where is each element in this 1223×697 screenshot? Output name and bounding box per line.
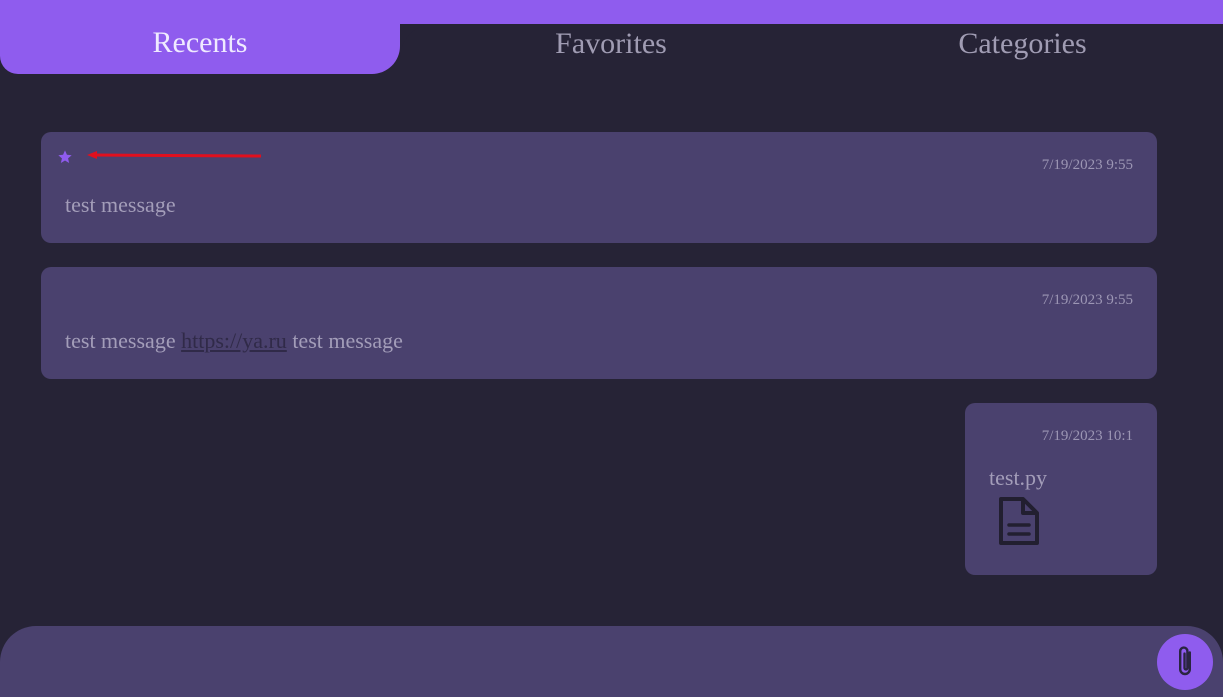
- annotation-arrow: [87, 151, 262, 159]
- tab-recents[interactable]: Recents: [0, 0, 400, 74]
- tab-favorites[interactable]: Favorites: [400, 24, 822, 74]
- message-timestamp: 7/19/2023 9:55: [1041, 292, 1133, 308]
- tab-categories[interactable]: Categories: [822, 24, 1223, 74]
- document-icon[interactable]: [997, 495, 1041, 547]
- message-timestamp: 7/19/2023 10:1: [1041, 428, 1133, 444]
- message-card[interactable]: 7/19/2023 9:55 test message https://ya.r…: [41, 267, 1157, 379]
- message-text: test message https://ya.ru test message: [65, 328, 403, 354]
- app-window: Recents Favorites Categories 7/19/2023 9…: [0, 0, 1223, 697]
- message-text: test message: [65, 192, 176, 217]
- tab-bar: Recents Favorites Categories: [0, 0, 1223, 74]
- tab-favorites-label: Favorites: [555, 27, 667, 60]
- message-timestamp: 7/19/2023 9:55: [1041, 157, 1133, 173]
- message-text-after: test message: [286, 328, 403, 353]
- message-card[interactable]: 7/19/2023 9:55 test message: [41, 132, 1157, 243]
- message-link[interactable]: https://ya.ru: [181, 328, 287, 353]
- message-composer: [0, 626, 1223, 697]
- message-input[interactable]: [30, 640, 1134, 686]
- tab-categories-label: Categories: [958, 27, 1087, 60]
- tab-recents-label: Recents: [152, 26, 248, 59]
- star-icon[interactable]: [57, 149, 73, 165]
- paperclip-icon: [1179, 646, 1191, 676]
- file-message-card[interactable]: 7/19/2023 10:1 test.py: [965, 403, 1157, 575]
- attach-button[interactable]: [1157, 634, 1213, 690]
- message-text-before: test message: [65, 328, 182, 353]
- file-name: test.py: [989, 465, 1048, 490]
